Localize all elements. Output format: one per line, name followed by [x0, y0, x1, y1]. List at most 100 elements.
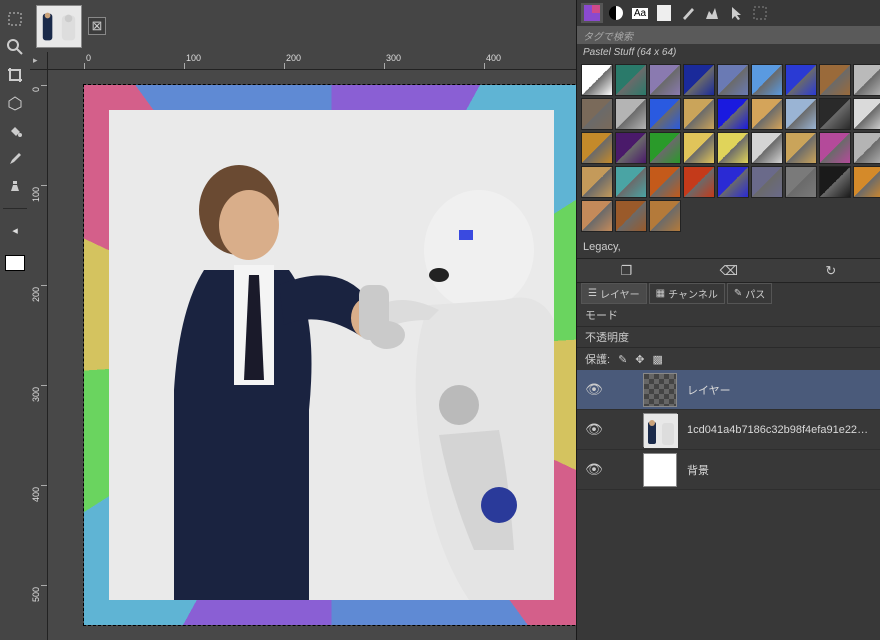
tab-paths[interactable]: ✎パス: [727, 283, 772, 304]
canvas-panel: ⊠ ▸ 0100200300400 0100200300400500: [30, 0, 576, 640]
ruler-origin[interactable]: ▸: [30, 52, 48, 70]
pattern-swatch[interactable]: [751, 166, 783, 198]
channels-icon: ▦: [656, 288, 665, 299]
pattern-swatch[interactable]: [581, 166, 613, 198]
pattern-swatch[interactable]: [751, 98, 783, 130]
lock-row: 保護: ✎ ✥ ▩: [577, 348, 880, 370]
tab-gradients[interactable]: [605, 3, 627, 23]
layer-row[interactable]: 👁 レイヤー: [577, 370, 880, 410]
delete-icon[interactable]: ⌫: [720, 263, 738, 279]
pattern-swatch[interactable]: [717, 166, 749, 198]
layer-row[interactable]: 👁 背景: [577, 450, 880, 490]
tab-layers[interactable]: ☰レイヤー: [581, 283, 647, 304]
toolbox: ◂: [0, 0, 30, 640]
tool-clone[interactable]: [4, 176, 26, 198]
pattern-swatch[interactable]: [819, 166, 851, 198]
tool-crop[interactable]: [4, 64, 26, 86]
pattern-swatch[interactable]: [615, 166, 647, 198]
layer-row[interactable]: 👁 1cd041a4b7186c32b98f4efa91e222c4_: [577, 410, 880, 450]
lock-move-icon[interactable]: ✥: [635, 353, 644, 366]
layer-thumbnail: [643, 373, 677, 407]
pattern-swatch[interactable]: [683, 166, 715, 198]
visibility-toggle[interactable]: 👁: [585, 461, 603, 478]
dock-tabs-top: Aa: [577, 0, 880, 26]
pattern-swatch[interactable]: [615, 132, 647, 164]
tool-zoom[interactable]: [4, 36, 26, 58]
layer-thumbnail: [643, 453, 677, 487]
pattern-swatch[interactable]: [649, 98, 681, 130]
tab-fonts[interactable]: Aa: [629, 3, 651, 23]
tab-pointer-icon[interactable]: [725, 3, 747, 23]
tool-rect-select[interactable]: [4, 8, 26, 30]
tab-dashed-icon[interactable]: [749, 3, 771, 23]
pattern-swatch[interactable]: [683, 64, 715, 96]
lock-label: 保護:: [585, 351, 610, 367]
pattern-swatch[interactable]: [819, 64, 851, 96]
fg-color-swatch[interactable]: [5, 255, 25, 271]
pattern-swatch[interactable]: [751, 64, 783, 96]
pattern-swatch[interactable]: [581, 64, 613, 96]
tab-doc-icon[interactable]: [653, 3, 675, 23]
ruler-vertical[interactable]: 0100200300400500: [30, 70, 48, 640]
visibility-toggle[interactable]: 👁: [585, 381, 603, 398]
visibility-toggle[interactable]: 👁: [585, 421, 603, 438]
pattern-swatch[interactable]: [581, 98, 613, 130]
layer-name[interactable]: 1cd041a4b7186c32b98f4efa91e222c4_: [687, 424, 872, 436]
refresh-icon[interactable]: ↻: [825, 263, 836, 279]
pattern-swatch[interactable]: [853, 98, 880, 130]
pattern-swatch[interactable]: [819, 98, 851, 130]
pattern-swatch[interactable]: [853, 166, 880, 198]
pattern-swatch[interactable]: [785, 64, 817, 96]
tab-brush-icon[interactable]: [677, 3, 699, 23]
layer-dock-tabs: ☰レイヤー ▦チャンネル ✎パス: [577, 282, 880, 304]
close-image-button[interactable]: ⊠: [88, 17, 106, 35]
legacy-label: Legacy,: [577, 236, 880, 258]
pattern-swatch[interactable]: [785, 166, 817, 198]
pattern-swatch[interactable]: [615, 98, 647, 130]
tool-brush[interactable]: [4, 148, 26, 170]
canvas[interactable]: [84, 85, 576, 625]
pattern-swatch[interactable]: [649, 166, 681, 198]
pattern-swatch[interactable]: [785, 98, 817, 130]
pattern-swatch[interactable]: [853, 132, 880, 164]
pattern-swatch[interactable]: [683, 98, 715, 130]
pattern-swatch[interactable]: [615, 200, 647, 232]
opacity-row[interactable]: 不透明度: [577, 326, 880, 348]
pattern-swatch[interactable]: [649, 64, 681, 96]
pattern-swatch[interactable]: [615, 64, 647, 96]
pattern-search[interactable]: タグで検索: [577, 26, 880, 44]
layer-list: 👁レイヤー👁1cd041a4b7186c32b98f4efa91e222c4_👁…: [577, 370, 880, 640]
pattern-swatch[interactable]: [649, 200, 681, 232]
lock-alpha-icon[interactable]: ▩: [653, 353, 663, 366]
layer-name[interactable]: 背景: [687, 462, 872, 478]
ruler-horizontal[interactable]: 0100200300400: [48, 52, 576, 70]
tab-channels[interactable]: ▦チャンネル: [649, 283, 725, 304]
tool-transform[interactable]: [4, 92, 26, 114]
pattern-actions: ❐ ⌫ ↻: [577, 258, 880, 282]
pattern-swatch[interactable]: [717, 98, 749, 130]
blend-mode-row[interactable]: モード: [577, 304, 880, 326]
lock-paint-icon[interactable]: ✎: [618, 353, 627, 366]
right-dock: Aa タグで検索 Pastel Stuff (64 x 64) Legacy, …: [576, 0, 880, 640]
tool-bucket[interactable]: [4, 120, 26, 142]
pattern-swatch[interactable]: [717, 64, 749, 96]
tab-patterns[interactable]: [581, 3, 603, 23]
pattern-swatch[interactable]: [717, 132, 749, 164]
duplicate-icon[interactable]: ❐: [621, 263, 633, 279]
pattern-swatch[interactable]: [581, 132, 613, 164]
pattern-swatch[interactable]: [751, 132, 783, 164]
pattern-swatch[interactable]: [649, 132, 681, 164]
paths-icon: ✎: [734, 288, 742, 299]
image-tabbar: ⊠: [30, 0, 576, 52]
canvas-area[interactable]: [48, 70, 576, 640]
pattern-swatch[interactable]: [581, 200, 613, 232]
tool-chevron-icon[interactable]: ◂: [4, 219, 26, 241]
pattern-swatch[interactable]: [683, 132, 715, 164]
pattern-swatch[interactable]: [819, 132, 851, 164]
layers-icon: ☰: [588, 288, 597, 299]
pattern-swatch[interactable]: [853, 64, 880, 96]
tab-histogram-icon[interactable]: [701, 3, 723, 23]
layer-name[interactable]: レイヤー: [687, 382, 872, 398]
pattern-swatch[interactable]: [785, 132, 817, 164]
image-tab-thumbnail[interactable]: [36, 5, 82, 48]
